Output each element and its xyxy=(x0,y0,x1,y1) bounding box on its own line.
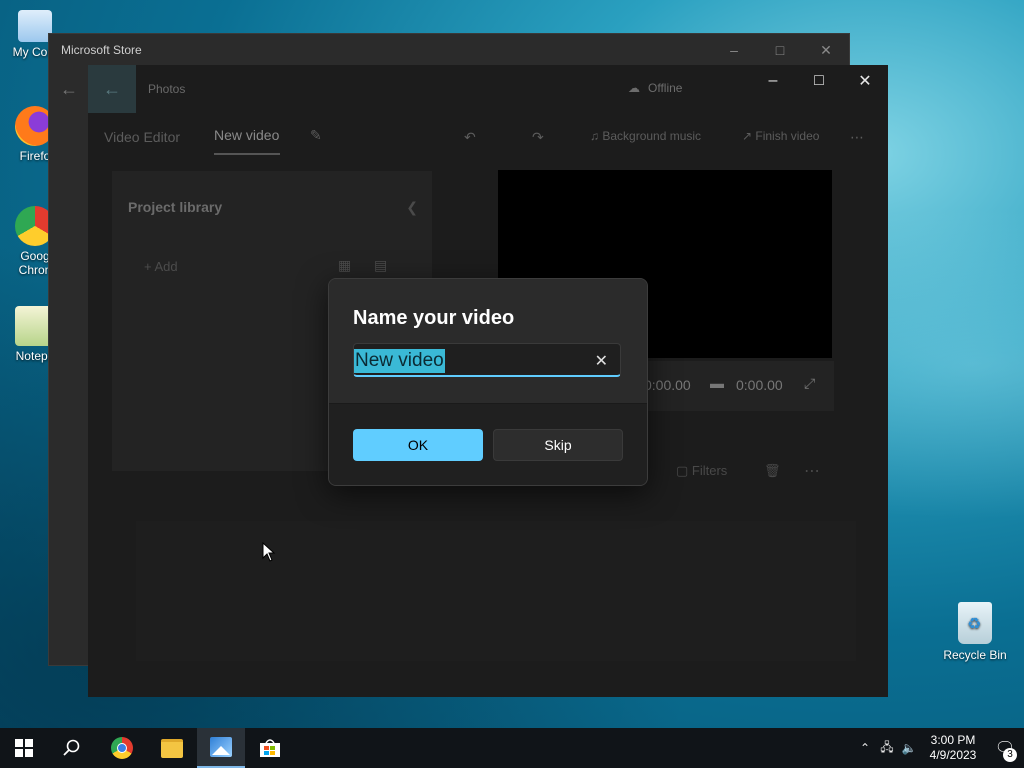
app-name: Photos xyxy=(148,82,186,96)
grid-view-icon[interactable]: ▦ xyxy=(338,257,351,274)
filters-button[interactable]: ▢ Filters xyxy=(676,463,727,479)
photos-titlebar: ← Photos ☁ Offline – □ ✕ xyxy=(88,65,888,113)
search-icon xyxy=(63,739,80,756)
name-video-dialog: Name your video New video ✕ OK Skip xyxy=(328,278,648,486)
selected-text: New video xyxy=(354,349,445,373)
folder-icon xyxy=(161,738,183,758)
notification-center-button[interactable]: 🗨 3 xyxy=(986,728,1024,768)
store-minimize-button[interactable]: – xyxy=(711,34,757,66)
mouse-pointer-icon xyxy=(262,542,276,562)
recycle-bin-icon xyxy=(958,602,992,644)
storyboard-area xyxy=(136,521,856,661)
background-music-button[interactable]: ♫ Background music xyxy=(590,129,701,143)
video-name-input[interactable]: New video ✕ xyxy=(353,343,621,377)
project-name[interactable]: New video xyxy=(214,127,279,143)
back-button[interactable]: ← xyxy=(88,65,136,113)
taskbar-photos[interactable] xyxy=(197,728,245,768)
add-button[interactable]: + Add xyxy=(144,259,178,274)
close-button[interactable]: ✕ xyxy=(842,65,888,97)
clock-date: 4/9/2023 xyxy=(929,748,977,762)
store-close-button[interactable]: ✕ xyxy=(803,34,849,66)
clock[interactable]: 3:00 PM 4/9/2023 xyxy=(920,733,986,763)
back-arrow-icon: ← xyxy=(103,78,121,99)
clear-icon[interactable]: ✕ xyxy=(595,351,608,371)
project-name-underline xyxy=(214,153,280,155)
taskbar: ⌃ 🖧 🔈 3:00 PM 4/9/2023 🗨 3 xyxy=(0,728,1024,768)
system-tray: ⌃ 🖧 🔈 3:00 PM 4/9/2023 🗨 3 xyxy=(854,728,1024,768)
current-time: 0:00.00 xyxy=(644,377,691,393)
fullscreen-icon[interactable]: ⤢ xyxy=(804,375,815,392)
store-back-arrow-icon[interactable]: ← xyxy=(60,79,78,100)
list-view-icon[interactable]: ▤ xyxy=(374,257,387,274)
minimize-button[interactable]: – xyxy=(750,65,796,97)
scrubber[interactable]: ▬ xyxy=(710,375,724,391)
storyboard-more-icon[interactable]: ⋯ xyxy=(804,461,820,481)
windows-logo-icon xyxy=(15,739,33,757)
delete-icon[interactable]: 🗑 xyxy=(764,463,781,479)
undo-icon[interactable]: ↶ xyxy=(464,129,476,146)
edit-name-pencil-icon[interactable]: ✎ xyxy=(310,127,322,144)
total-time: 0:00.00 xyxy=(736,377,783,393)
photos-icon xyxy=(210,737,232,757)
editor-toolbar: Video Editor New video ✎ ↶ ↷ ♫ Backgroun… xyxy=(88,113,888,161)
clock-time: 3:00 PM xyxy=(930,733,976,747)
taskbar-file-explorer[interactable] xyxy=(148,728,196,768)
cloud-offline-icon: ☁ xyxy=(628,81,640,95)
store-maximize-button[interactable]: □ xyxy=(757,34,803,66)
finish-video-button[interactable]: ↗ Finish video xyxy=(742,129,819,143)
recycle-bin[interactable]: Recycle Bin xyxy=(940,602,1010,662)
store-bag-icon xyxy=(260,739,280,757)
video-editor-link[interactable]: Video Editor xyxy=(104,129,180,145)
skip-button[interactable]: Skip xyxy=(493,429,623,461)
dialog-title: Name your video xyxy=(353,307,515,329)
computer-icon xyxy=(18,10,52,42)
project-library-title: Project library xyxy=(128,199,223,215)
start-button[interactable] xyxy=(0,728,48,768)
store-title: Microsoft Store xyxy=(61,43,142,57)
collapse-chevron-icon[interactable]: ❮ xyxy=(406,199,418,216)
chrome-icon xyxy=(111,737,133,759)
notification-badge: 3 xyxy=(1003,748,1017,762)
recycle-bin-label: Recycle Bin xyxy=(943,648,1007,662)
volume-icon[interactable]: 🔈 xyxy=(898,741,920,755)
network-icon[interactable]: 🖧 xyxy=(876,738,898,759)
chevron-up-icon[interactable]: ⌃ xyxy=(854,741,876,755)
search-button[interactable] xyxy=(48,728,96,768)
taskbar-chrome[interactable] xyxy=(98,728,146,768)
offline-status: ☁ Offline xyxy=(628,81,683,95)
more-options-icon[interactable]: ⋯ xyxy=(850,129,864,146)
taskbar-store[interactable] xyxy=(246,728,294,768)
playback-bar: 0:00.00 ▬ 0:00.00 ⤢ xyxy=(628,361,834,411)
redo-icon[interactable]: ↷ xyxy=(532,129,544,146)
maximize-button[interactable]: □ xyxy=(796,65,842,97)
ok-button[interactable]: OK xyxy=(353,429,483,461)
